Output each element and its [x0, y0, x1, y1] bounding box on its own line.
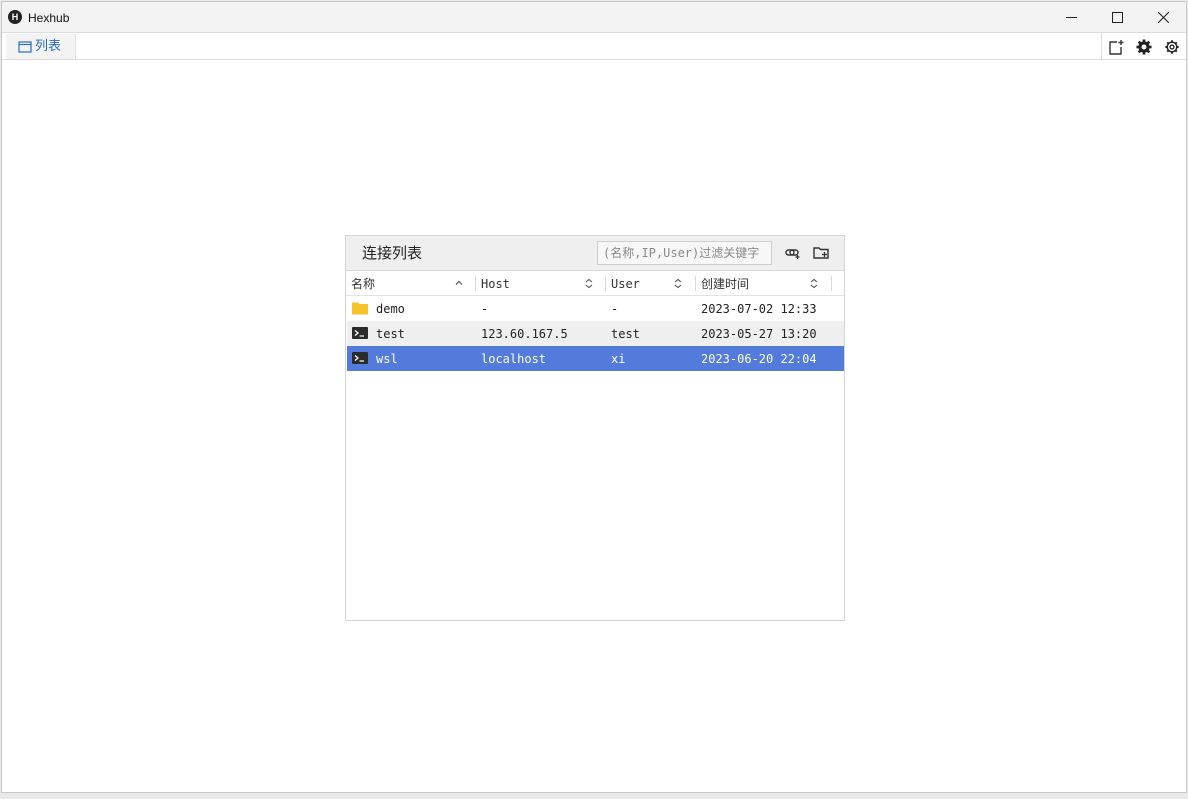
- add-connection-button[interactable]: [783, 243, 803, 263]
- new-tab-button[interactable]: [1102, 33, 1130, 60]
- window-title: Hexhub: [28, 11, 70, 25]
- cell-host: -: [481, 301, 489, 316]
- terminal-icon: [352, 327, 368, 339]
- new-tab-icon: [1109, 39, 1124, 55]
- tab-bar: 列表: [2, 33, 1186, 60]
- theme-gear-icon: [1136, 39, 1152, 54]
- close-button[interactable]: [1140, 2, 1186, 33]
- column-divider[interactable]: [695, 276, 696, 291]
- settings-icon: [1165, 39, 1179, 54]
- tab-label: 列表: [35, 38, 62, 54]
- folder-add-icon: [813, 247, 829, 259]
- minimize-icon: [1065, 17, 1077, 18]
- toolbar: [1101, 33, 1186, 60]
- folder-icon: [352, 302, 368, 315]
- column-user-label: User: [611, 276, 640, 291]
- cell-created: 2023-07-02 12:33: [701, 301, 817, 316]
- column-divider[interactable]: [475, 276, 476, 291]
- close-icon: [1157, 12, 1169, 23]
- title-bar[interactable]: H Hexhub: [2, 2, 1186, 33]
- cell-created: 2023-06-20 22:04: [701, 351, 817, 366]
- table-row-selected[interactable]: wsl localhost xi 2023-06-20 22:04: [347, 346, 844, 371]
- sort-icon[interactable]: [809, 278, 819, 289]
- panel-title: 连接列表: [362, 244, 423, 262]
- cell-user: -: [611, 301, 619, 316]
- connection-list-panel: 连接列表 名称: [345, 235, 845, 621]
- tab-list[interactable]: 列表: [6, 34, 76, 59]
- column-divider[interactable]: [605, 276, 606, 291]
- window-icon: [18, 40, 32, 53]
- cell-user: xi: [611, 351, 626, 366]
- maximize-icon: [1111, 12, 1123, 23]
- cell-name: test: [376, 326, 405, 341]
- cell-host: 123.60.167.5: [481, 326, 568, 341]
- sort-icon[interactable]: [673, 278, 683, 289]
- cell-name: wsl: [376, 351, 398, 366]
- cell-user: test: [611, 326, 640, 341]
- sort-ascending-icon[interactable]: [454, 278, 464, 288]
- column-header-created[interactable]: 创建时间: [701, 271, 749, 296]
- column-host-label: Host: [481, 276, 510, 291]
- app-logo-icon: H: [8, 10, 22, 24]
- terminal-icon: [352, 352, 368, 364]
- add-folder-button[interactable]: [811, 243, 831, 263]
- cell-host: localhost: [481, 351, 547, 366]
- table-row[interactable]: demo - - 2023-07-02 12:33: [347, 296, 844, 321]
- link-add-icon: [785, 249, 800, 259]
- column-header-host[interactable]: Host: [481, 271, 510, 296]
- table-row[interactable]: test 123.60.167.5 test 2023-05-27 13:20: [347, 321, 844, 346]
- column-header-name[interactable]: 名称: [351, 271, 375, 296]
- column-name-label: 名称: [351, 277, 376, 291]
- filter-input[interactable]: [597, 241, 772, 265]
- minimize-button[interactable]: [1048, 2, 1094, 33]
- cell-name: demo: [376, 301, 405, 316]
- sort-icon[interactable]: [584, 278, 594, 289]
- maximize-button[interactable]: [1094, 2, 1140, 33]
- column-created-label: 创建时间: [701, 277, 750, 291]
- table-header: 名称 Host User 创建时间: [346, 271, 844, 296]
- column-header-user[interactable]: User: [611, 271, 640, 296]
- theme-button[interactable]: [1130, 33, 1158, 60]
- panel-header: 连接列表: [346, 236, 844, 271]
- column-divider[interactable]: [831, 276, 832, 291]
- settings-button[interactable]: [1158, 33, 1186, 60]
- cell-created: 2023-05-27 13:20: [701, 326, 817, 341]
- app-window: H Hexhub 列表 连接列表 (名称,IP,User)过滤关键字 名称 Ho…: [1, 1, 1187, 793]
